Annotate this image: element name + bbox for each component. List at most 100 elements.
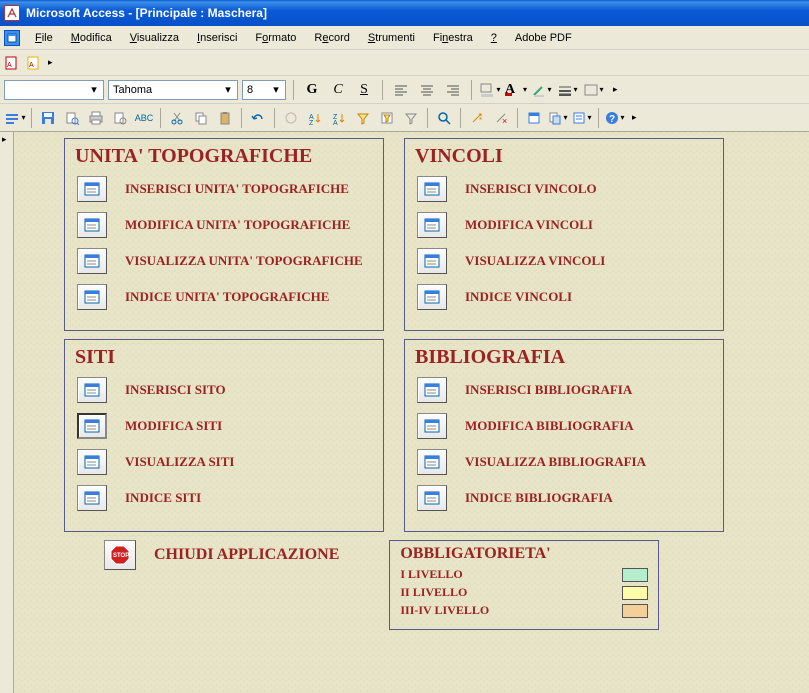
menu-help[interactable]: ? xyxy=(484,30,504,46)
db-window-button[interactable] xyxy=(523,107,545,129)
legend-label-2: II LIVELLO xyxy=(400,585,467,600)
font-size-combo[interactable]: 8 ▾ xyxy=(242,80,286,100)
indice-bibliografia-button[interactable] xyxy=(417,485,447,511)
menu-record[interactable]: Record xyxy=(307,30,356,46)
new-object-button[interactable]: ▾ xyxy=(547,107,569,129)
svg-text:?: ? xyxy=(609,114,615,125)
row-label: MODIFICA BIBLIOGRAFIA xyxy=(465,418,634,434)
undo-button[interactable] xyxy=(247,107,269,129)
row-label: INSERISCI SITO xyxy=(125,382,226,398)
chevron-down-icon: ▾ xyxy=(496,85,500,94)
record-selector-bar[interactable]: ▸ xyxy=(0,132,14,693)
object-selector-combo[interactable]: ▾ xyxy=(4,80,104,100)
indice-vincoli-button[interactable] xyxy=(417,284,447,310)
legend-label-3: III-IV LIVELLO xyxy=(400,603,489,618)
row-label: VISUALIZZA SITI xyxy=(125,454,234,470)
inserisci-sito-button[interactable] xyxy=(77,377,107,403)
window-titlebar: Microsoft Access - [Principale : Mascher… xyxy=(0,0,809,26)
menu-visualizza[interactable]: Visualizza xyxy=(123,30,186,46)
svg-text:A: A xyxy=(29,62,34,69)
menu-strumenti[interactable]: Strumenti xyxy=(361,30,422,46)
filter-selection-button[interactable] xyxy=(352,107,374,129)
pdf-mail-icon[interactable]: A xyxy=(26,55,42,71)
font-size-value: 8 xyxy=(247,84,253,96)
current-record-marker-icon: ▸ xyxy=(2,134,7,145)
inserisci-ut-button[interactable] xyxy=(77,176,107,202)
menu-file[interactable]: File xyxy=(28,30,60,46)
toolbar-overflow-icon[interactable]: ▸ xyxy=(613,84,618,95)
menu-formato[interactable]: Formato xyxy=(248,30,303,46)
panel-title: SITI xyxy=(75,346,375,369)
print-button[interactable] xyxy=(85,107,107,129)
visualizza-siti-button[interactable] xyxy=(77,449,107,475)
underline-button[interactable]: S xyxy=(353,79,375,101)
view-button[interactable]: ▾ xyxy=(4,107,26,129)
visualizza-vincoli-button[interactable] xyxy=(417,248,447,274)
font-family-combo[interactable]: Tahoma ▾ xyxy=(108,80,238,100)
menu-modifica[interactable]: Modifica xyxy=(64,30,119,46)
paste-button[interactable] xyxy=(214,107,236,129)
legend-swatch-2 xyxy=(622,586,648,600)
inserisci-bibliografia-button[interactable] xyxy=(417,377,447,403)
new-record-button[interactable]: * xyxy=(466,107,488,129)
svg-text:A: A xyxy=(333,120,338,125)
toolbar-overflow-icon[interactable]: ▸ xyxy=(632,112,637,123)
menu-finestra[interactable]: Finestra xyxy=(426,30,480,46)
modifica-siti-button[interactable] xyxy=(77,413,107,439)
separator xyxy=(460,108,461,128)
align-center-button[interactable] xyxy=(416,79,438,101)
visualizza-ut-button[interactable] xyxy=(77,248,107,274)
font-color-button[interactable]: A ▾ xyxy=(505,79,527,101)
modifica-bibliografia-button[interactable] xyxy=(417,413,447,439)
row-label: INSERISCI BIBLIOGRAFIA xyxy=(465,382,632,398)
visualizza-bibliografia-button[interactable] xyxy=(417,449,447,475)
panel-siti: SITI INSERISCI SITO MODIFICA SITI VISUAL… xyxy=(64,339,384,532)
sort-asc-button[interactable]: AZ xyxy=(304,107,326,129)
svg-text:Z: Z xyxy=(309,120,314,125)
pdf-export-icon[interactable]: A xyxy=(4,55,20,71)
inserisci-vincolo-button[interactable] xyxy=(417,176,447,202)
pdf-toolbar: A A ▸ xyxy=(0,50,809,76)
copy-button[interactable] xyxy=(190,107,212,129)
align-right-button[interactable] xyxy=(442,79,464,101)
special-effect-button[interactable]: ▾ xyxy=(583,79,605,101)
indice-siti-button[interactable] xyxy=(77,485,107,511)
row-label: VISUALIZZA BIBLIOGRAFIA xyxy=(465,454,646,470)
search-file-button[interactable] xyxy=(61,107,83,129)
line-width-button[interactable]: ▾ xyxy=(557,79,579,101)
spellcheck-button[interactable]: ABC xyxy=(133,107,155,129)
chiudi-applicazione-button[interactable]: STOP xyxy=(104,540,136,570)
row-label: MODIFICA VINCOLI xyxy=(465,217,593,233)
row-label: MODIFICA SITI xyxy=(125,418,222,434)
apply-filter-button[interactable] xyxy=(400,107,422,129)
cut-button[interactable] xyxy=(166,107,188,129)
print-preview-button[interactable] xyxy=(109,107,131,129)
toolbar-overflow-icon[interactable]: ▸ xyxy=(48,57,53,68)
svg-text:STOP: STOP xyxy=(113,553,129,559)
legend-label-1: I LIVELLO xyxy=(400,567,462,582)
filter-form-button[interactable] xyxy=(376,107,398,129)
menu-inserisci[interactable]: Inserisci xyxy=(190,30,244,46)
chevron-down-icon: ▾ xyxy=(221,83,235,96)
line-color-button[interactable]: ▾ xyxy=(531,79,553,101)
panel-bibliografia: BIBLIOGRAFIA INSERISCI BIBLIOGRAFIA MODI… xyxy=(404,339,724,532)
properties-button[interactable]: ▾ xyxy=(571,107,593,129)
indice-ut-button[interactable] xyxy=(77,284,107,310)
italic-button[interactable]: C xyxy=(327,79,349,101)
save-button[interactable] xyxy=(37,107,59,129)
bold-button[interactable]: G xyxy=(301,79,323,101)
find-button[interactable] xyxy=(433,107,455,129)
delete-record-button[interactable]: × xyxy=(490,107,512,129)
sort-desc-button[interactable]: ZA xyxy=(328,107,350,129)
form-window-icon[interactable] xyxy=(4,30,20,46)
modifica-ut-button[interactable] xyxy=(77,212,107,238)
close-app-label: CHIUDI APPLICAZIONE xyxy=(154,546,339,564)
help-button[interactable]: ?▾ xyxy=(604,107,626,129)
standard-toolbar: ▾ ABC AZ ZA * × ▾ ▾ ?▾ ▸ xyxy=(0,104,809,132)
align-left-button[interactable] xyxy=(390,79,412,101)
chevron-down-icon: ▾ xyxy=(523,85,527,94)
menu-adobe-pdf[interactable]: Adobe PDF xyxy=(508,30,579,46)
modifica-vincoli-button[interactable] xyxy=(417,212,447,238)
hyperlink-button[interactable] xyxy=(280,107,302,129)
fill-color-button[interactable]: ▾ xyxy=(479,79,501,101)
